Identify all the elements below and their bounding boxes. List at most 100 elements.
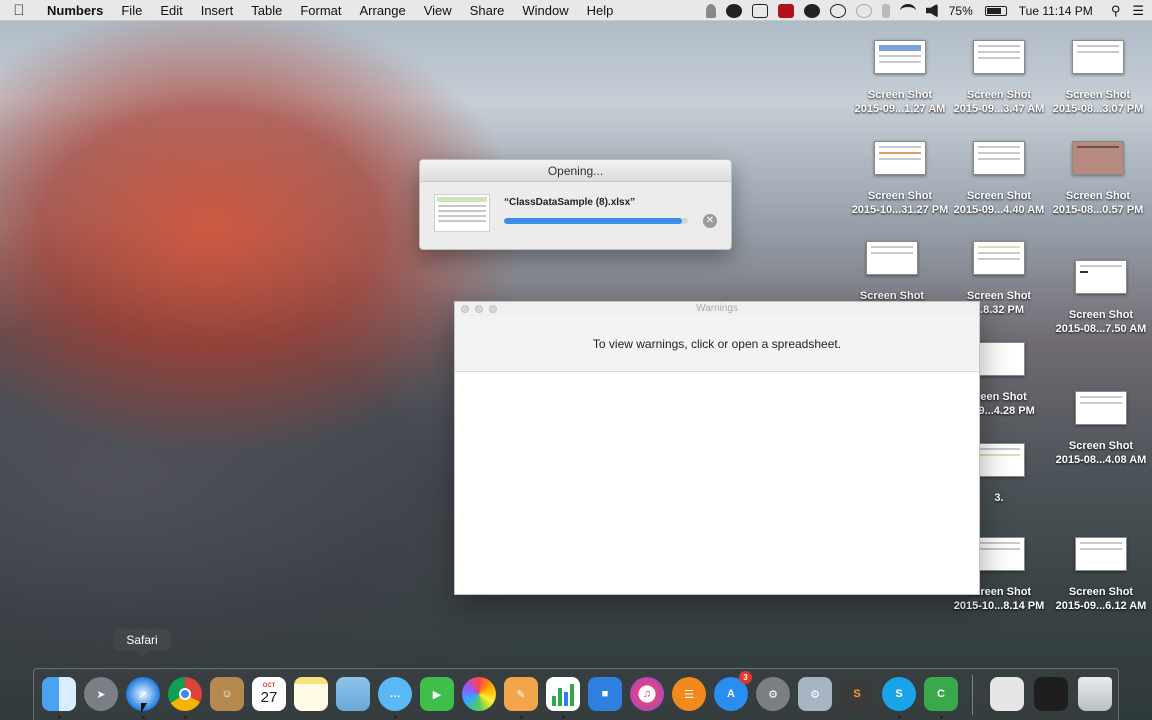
desktop-file[interactable]: Screen Shot 2015-09...3.47 AM (944, 40, 1054, 116)
wifi-icon[interactable] (899, 3, 916, 18)
system-preferences-icon[interactable]: ⚙ (756, 677, 790, 711)
file-date: 2015-10...8.14 PM (953, 600, 1045, 612)
app-store-icon[interactable]: A3 (714, 671, 752, 711)
itunes-icon[interactable]: ♫ (630, 677, 664, 711)
running-indicator (898, 716, 901, 719)
file-date: 2015-09...6.12 AM (1055, 600, 1147, 612)
apple-menu-icon[interactable]:  (0, 2, 38, 19)
ibooks-icon[interactable]: ☰ (672, 677, 706, 711)
cancel-open-icon[interactable]: ✕ (703, 214, 717, 228)
desktop-file[interactable]: Screen Shot 2015-08...4.08 AM (1046, 391, 1152, 467)
menu-insert[interactable]: Insert (192, 3, 243, 18)
file-thumbnail (874, 141, 926, 175)
file-date: 2015-09...4.40 AM (953, 204, 1045, 216)
photos-icon[interactable] (462, 677, 496, 711)
warnings-window: Warnings To view warnings, click or open… (454, 301, 980, 595)
opening-dialog-title: Opening... (420, 160, 731, 182)
film-icon[interactable] (777, 3, 794, 18)
file-thumbnail (973, 141, 1025, 175)
file-thumbnail (1075, 391, 1127, 425)
facetime-icon[interactable]: ▶ (420, 677, 454, 711)
opening-dialog: Opening... “ClassDataSample (8).xlsx” ✕ (419, 159, 732, 250)
menu-app-name[interactable]: Numbers (38, 3, 112, 18)
finder-icon[interactable] (42, 677, 76, 711)
menu-window[interactable]: Window (513, 3, 577, 18)
skype-icon[interactable]: S (882, 677, 916, 711)
menu-extras: 75% Tue 11:14 PM ⚲ ☰ (701, 0, 1152, 21)
keynote-icon[interactable]: ■ (588, 677, 622, 711)
pages-icon[interactable]: ✎ (504, 677, 538, 711)
desktop-file[interactable]: Screen Shot 2015-09...1.27 AM (845, 40, 955, 116)
dock: ➤ ➚ ☺ OCT 27 … ▶ ✎ ■ ♫ ☰ A3 ⚙ ⚙ S S C (33, 668, 1119, 720)
running-indicator (184, 716, 187, 719)
menu-share[interactable]: Share (461, 3, 514, 18)
menu-bar:  Numbers File Edit Insert Table Format … (0, 0, 1152, 21)
desktop-file[interactable]: Screen Shot 2015-09...4.40 AM (944, 141, 1054, 217)
numbers-icon[interactable] (546, 677, 580, 711)
menu-edit[interactable]: Edit (151, 3, 191, 18)
file-thumbnail (973, 537, 1025, 571)
running-indicator (394, 716, 397, 719)
desktop-file[interactable]: Screen Shot 2015-08...0.57 PM (1043, 141, 1152, 217)
task-check-icon[interactable] (751, 3, 768, 18)
trash-icon[interactable] (1078, 677, 1112, 711)
menu-clock[interactable]: Tue 11:14 PM (1019, 4, 1093, 18)
file-date: 2015-10...31.27 PM (851, 204, 949, 216)
screen-icon[interactable] (1034, 677, 1068, 711)
launchpad-icon[interactable]: ➤ (84, 677, 118, 711)
contacts-icon[interactable]: ☺ (210, 677, 244, 711)
bluetooth-icon[interactable] (881, 3, 890, 18)
desktop-file[interactable]: Screen Shot 2015-08...3.07 PM (1043, 40, 1152, 116)
menu-table[interactable]: Table (242, 3, 291, 18)
chrome-icon[interactable] (168, 677, 202, 711)
camtasia-icon[interactable]: C (924, 677, 958, 711)
file-date: 2015-08...0.57 PM (1052, 204, 1144, 216)
sublime-icon[interactable]: S (840, 677, 874, 711)
warnings-title: Warnings (696, 303, 738, 314)
menu-arrange[interactable]: Arrange (350, 3, 414, 18)
menu-format[interactable]: Format (291, 3, 350, 18)
notification-center-icon[interactable]: ☰ (1132, 3, 1144, 19)
document-icon[interactable] (990, 677, 1024, 711)
calendar-day: 27 (260, 688, 278, 706)
warnings-titlebar[interactable]: Warnings (455, 302, 979, 316)
file-thumbnail (973, 40, 1025, 74)
app-store-badge: 3 (739, 671, 752, 684)
file-name: Screen Shot (867, 190, 933, 202)
desktop-file[interactable]: Screen Shot 2015-08...7.50 AM (1046, 260, 1152, 336)
running-indicator (142, 716, 145, 719)
desktop-file[interactable]: Screen Shot (837, 241, 947, 303)
file-thumbnail (1075, 537, 1127, 571)
utilities-icon[interactable]: ⚙ (798, 677, 832, 711)
warnings-message: To view warnings, click or open a spread… (455, 316, 979, 372)
preview-icon[interactable] (336, 677, 370, 711)
menu-help[interactable]: Help (578, 3, 623, 18)
file-thumbnail (874, 40, 926, 74)
file-name: Screen Shot (1065, 89, 1131, 101)
battery-icon[interactable] (984, 5, 1007, 16)
time-machine-icon[interactable] (855, 3, 872, 18)
notes-icon[interactable] (294, 677, 328, 711)
dock-tooltip: Safari (113, 629, 171, 657)
file-name: Screen Shot (966, 190, 1032, 202)
creative-cloud-icon[interactable] (725, 3, 742, 18)
file-thumbnail (973, 342, 1025, 376)
screenshot-icon[interactable] (829, 3, 846, 18)
menu-file[interactable]: File (112, 3, 151, 18)
file-date: 2015-09...3.47 AM (953, 103, 1045, 115)
spotlight-icon[interactable]: ⚲ (1111, 3, 1121, 19)
running-indicator (940, 716, 943, 719)
menu-view[interactable]: View (415, 3, 461, 18)
file-thumbnail (866, 241, 918, 275)
opening-progress-bar (504, 218, 688, 224)
calendar-icon[interactable]: OCT 27 (252, 677, 286, 711)
desktop-file[interactable]: Screen Shot 2015-09...6.12 AM (1046, 537, 1152, 613)
volume-icon[interactable] (925, 3, 938, 18)
file-name: Screen Shot (1068, 586, 1134, 598)
messages-icon[interactable]: … (378, 677, 412, 711)
sync-icon[interactable] (803, 3, 820, 18)
file-name: Screen Shot (1065, 190, 1131, 202)
file-thumbnail (1072, 141, 1124, 175)
notification-icon[interactable] (705, 3, 716, 18)
desktop-file[interactable]: Screen Shot 2015-10...31.27 PM (845, 141, 955, 217)
